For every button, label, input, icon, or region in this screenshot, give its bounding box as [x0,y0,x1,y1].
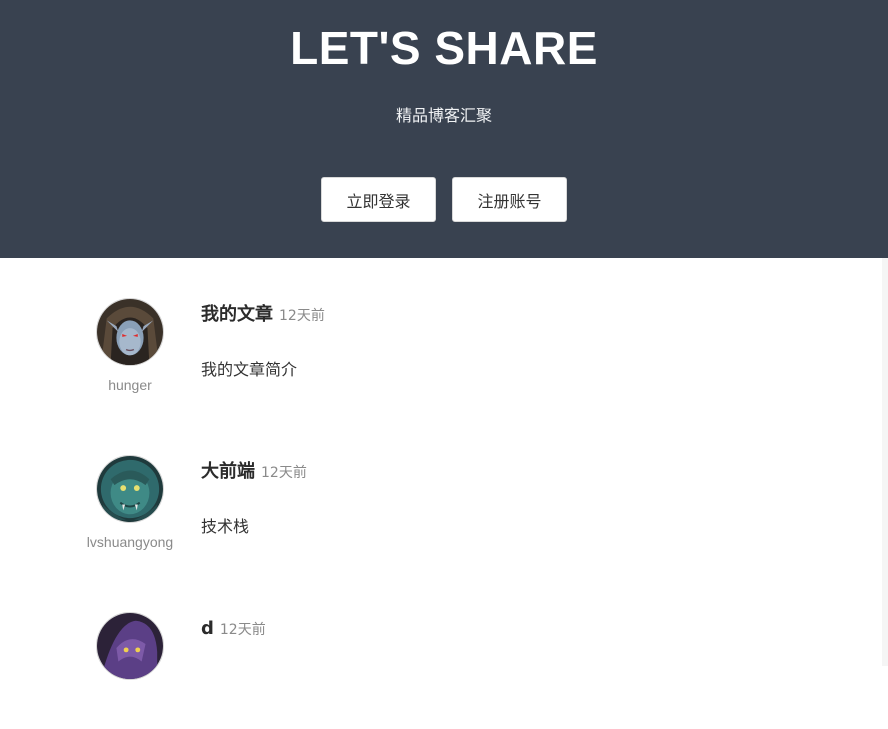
login-button[interactable]: 立即登录 [321,177,436,222]
green-orc-avatar-icon[interactable] [96,455,164,523]
post-item: lvshuangyong 大前端 12天前 技术栈 [0,415,888,572]
hero-banner: LET'S SHARE 精品博客汇聚 立即登录 注册账号 [0,0,888,258]
post-item: d 12天前 [0,572,888,729]
post-content: 我的文章 12天前 我的文章简介 [201,303,821,381]
post-content: 大前端 12天前 技术栈 [201,460,821,538]
post-item: hunger 我的文章 12天前 我的文章简介 [0,258,888,415]
hooded-elf-avatar-icon[interactable] [96,298,164,366]
site-title: LET'S SHARE [290,22,598,74]
post-title[interactable]: 我的文章 [201,303,273,327]
post-author[interactable]: lvshuangyong [80,455,180,551]
site-subtitle: 精品博客汇聚 [395,106,492,125]
post-title[interactable]: d [201,617,214,641]
post-time: 12天前 [261,465,307,481]
post-content: d 12天前 [201,617,821,673]
auth-actions: 立即登录 注册账号 [0,177,888,222]
post-title-line: 大前端 12天前 [201,460,821,484]
register-button[interactable]: 注册账号 [452,177,567,222]
post-list: hunger 我的文章 12天前 我的文章简介 lvshuangyong 大前端… [0,258,888,680]
page-scrollbar[interactable] [882,258,888,666]
purple-creature-avatar-icon[interactable] [96,612,164,680]
post-time: 12天前 [219,622,266,638]
post-title-line: d 12天前 [201,617,821,641]
author-name[interactable]: lvshuangyong [80,533,180,551]
post-title[interactable]: 大前端 [201,460,255,484]
post-summary: 技术栈 [201,517,250,536]
post-author[interactable] [80,612,180,690]
post-summary: 我的文章简介 [201,360,298,379]
post-author[interactable]: hunger [80,298,180,394]
post-time: 12天前 [279,308,325,324]
post-title-line: 我的文章 12天前 [201,303,821,327]
author-name[interactable]: hunger [80,376,180,394]
